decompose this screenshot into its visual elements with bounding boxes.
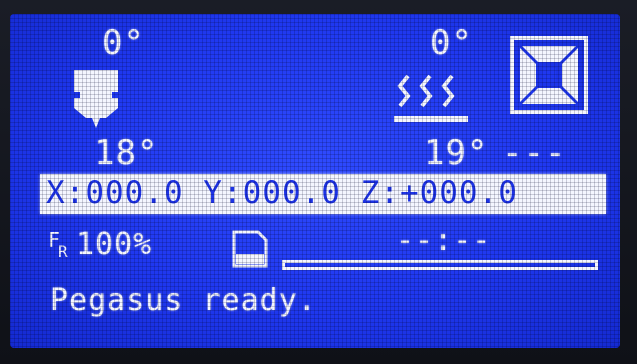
bed-current-temp: 19° — [424, 133, 489, 173]
status-message: Pegasus ready. — [50, 283, 317, 318]
elapsed-time: --:-- — [396, 223, 492, 258]
sd-card-icon — [232, 230, 268, 268]
hotend-nozzle-icon — [74, 70, 118, 128]
position-readout: X:000.0 Y:000.0 Z:+000.0 — [46, 175, 518, 211]
hotend-target-temp: 0° — [102, 23, 145, 63]
print-progress-bar — [282, 260, 598, 270]
feedrate-value: 100% — [76, 227, 153, 262]
position-readout-bar: X:000.0 Y:000.0 Z:+000.0 — [40, 174, 606, 214]
fan-icon — [510, 36, 588, 114]
feedrate-label-sub: R — [58, 242, 68, 261]
bed-target-temp: 0° — [430, 23, 473, 63]
heated-bed-icon — [394, 74, 468, 122]
lcd-screen: 0° 18° 0° 19° --- X:000.0 Y:000.0 Z:+000… — [10, 14, 620, 348]
fan-speed: --- — [502, 133, 567, 173]
feedrate-icon: FR — [48, 230, 70, 260]
hotend-current-temp: 18° — [94, 133, 159, 173]
